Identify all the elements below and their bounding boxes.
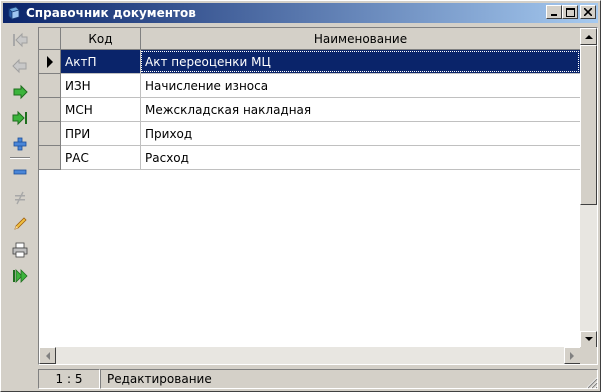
arrow-down-icon [584,337,593,341]
scroll-right-button[interactable] [564,347,581,364]
cell-code[interactable]: МСН [61,98,141,122]
cell-code[interactable]: АктП [61,50,141,74]
arrow-left-icon [12,58,27,74]
add-record-button[interactable] [9,133,31,155]
minus-icon [13,169,27,175]
table-row[interactable]: ИЗН Начисление износа [39,74,581,98]
cell-code[interactable]: ИЗН [61,74,141,98]
vertical-scroll-thumb[interactable] [580,45,597,205]
title-bar[interactable]: Справочник документов [3,3,598,23]
minimize-button[interactable] [546,5,562,19]
horizontal-scrollbar[interactable] [39,347,581,364]
next-record-button[interactable] [9,81,31,103]
cell-code[interactable]: ПРИ [61,122,141,146]
arrow-first-icon [13,32,28,48]
resize-grip-icon[interactable] [584,375,598,389]
app-window: Справочник документов Код Наименование А… [0,0,601,392]
edit-record-button[interactable] [9,213,31,235]
row-indicator[interactable] [39,146,61,170]
first-record-button[interactable] [9,29,31,51]
record-position: 1 : 5 [38,369,100,389]
close-button[interactable] [580,5,596,19]
maximize-button[interactable] [562,5,578,19]
window-title: Справочник документов [26,6,196,20]
toolbar-separator [10,157,30,159]
table-row[interactable]: РАС Расход [39,146,581,170]
arrow-up-icon [584,35,593,39]
column-header-name-label: Наименование [313,31,408,46]
cell-name[interactable]: Начисление износа [141,74,581,98]
edit-mode-panel: Редактирование [100,369,598,389]
arrow-right-icon [13,84,28,100]
print-button[interactable] [9,239,31,261]
cell-name[interactable]: Приход [141,122,581,146]
documents-grid[interactable]: Код Наименование АктП Акт переоценки МЦ … [38,27,598,365]
navigation-toolbar [7,29,33,283]
cancel-edit-button[interactable] [9,187,31,209]
record-position-text: 1 : 5 [55,372,83,386]
column-header-name[interactable]: Наименование [141,28,581,50]
scrollbar-corner [580,347,597,364]
plus-icon [13,137,27,151]
vertical-scrollbar[interactable] [580,28,597,348]
previous-record-button[interactable] [9,55,31,77]
row-indicator[interactable] [39,74,61,98]
row-indicator-header [39,28,61,50]
column-header-code-label: Код [88,31,113,46]
printer-icon [12,242,28,258]
cell-name[interactable]: Расход [141,146,581,170]
table-row[interactable]: ПРИ Приход [39,122,581,146]
minimize-icon [551,14,557,16]
arrow-last-icon [12,110,27,126]
table-row[interactable]: МСН Межскладская накладная [39,98,581,122]
edit-mode-text: Редактирование [107,372,212,386]
row-indicator[interactable] [39,122,61,146]
scroll-left-button[interactable] [39,347,56,364]
close-icon [584,8,592,16]
row-indicator[interactable] [39,98,61,122]
arrow-left-small-icon [46,351,50,360]
not-equal-icon [15,191,25,205]
pencil-icon [14,217,27,230]
scroll-down-button[interactable] [580,331,597,348]
focus-rectangle [141,51,579,72]
scroll-up-button[interactable] [580,28,597,45]
delete-record-button[interactable] [9,161,31,183]
table-row[interactable]: АктП Акт переоценки МЦ [39,50,581,74]
status-bar: 1 : 5 Редактирование [38,369,598,389]
book-icon[interactable] [6,5,22,21]
play-double-icon [13,269,28,283]
row-indicator[interactable] [39,50,61,74]
arrow-right-small-icon [570,351,574,360]
cell-code[interactable]: РАС [61,146,141,170]
last-record-button[interactable] [9,107,31,129]
column-header-code[interactable]: Код [61,28,141,50]
maximize-icon [565,7,575,17]
current-row-arrow-icon [46,55,53,68]
cell-name[interactable]: Межскладская накладная [141,98,581,122]
run-button[interactable] [9,265,31,287]
